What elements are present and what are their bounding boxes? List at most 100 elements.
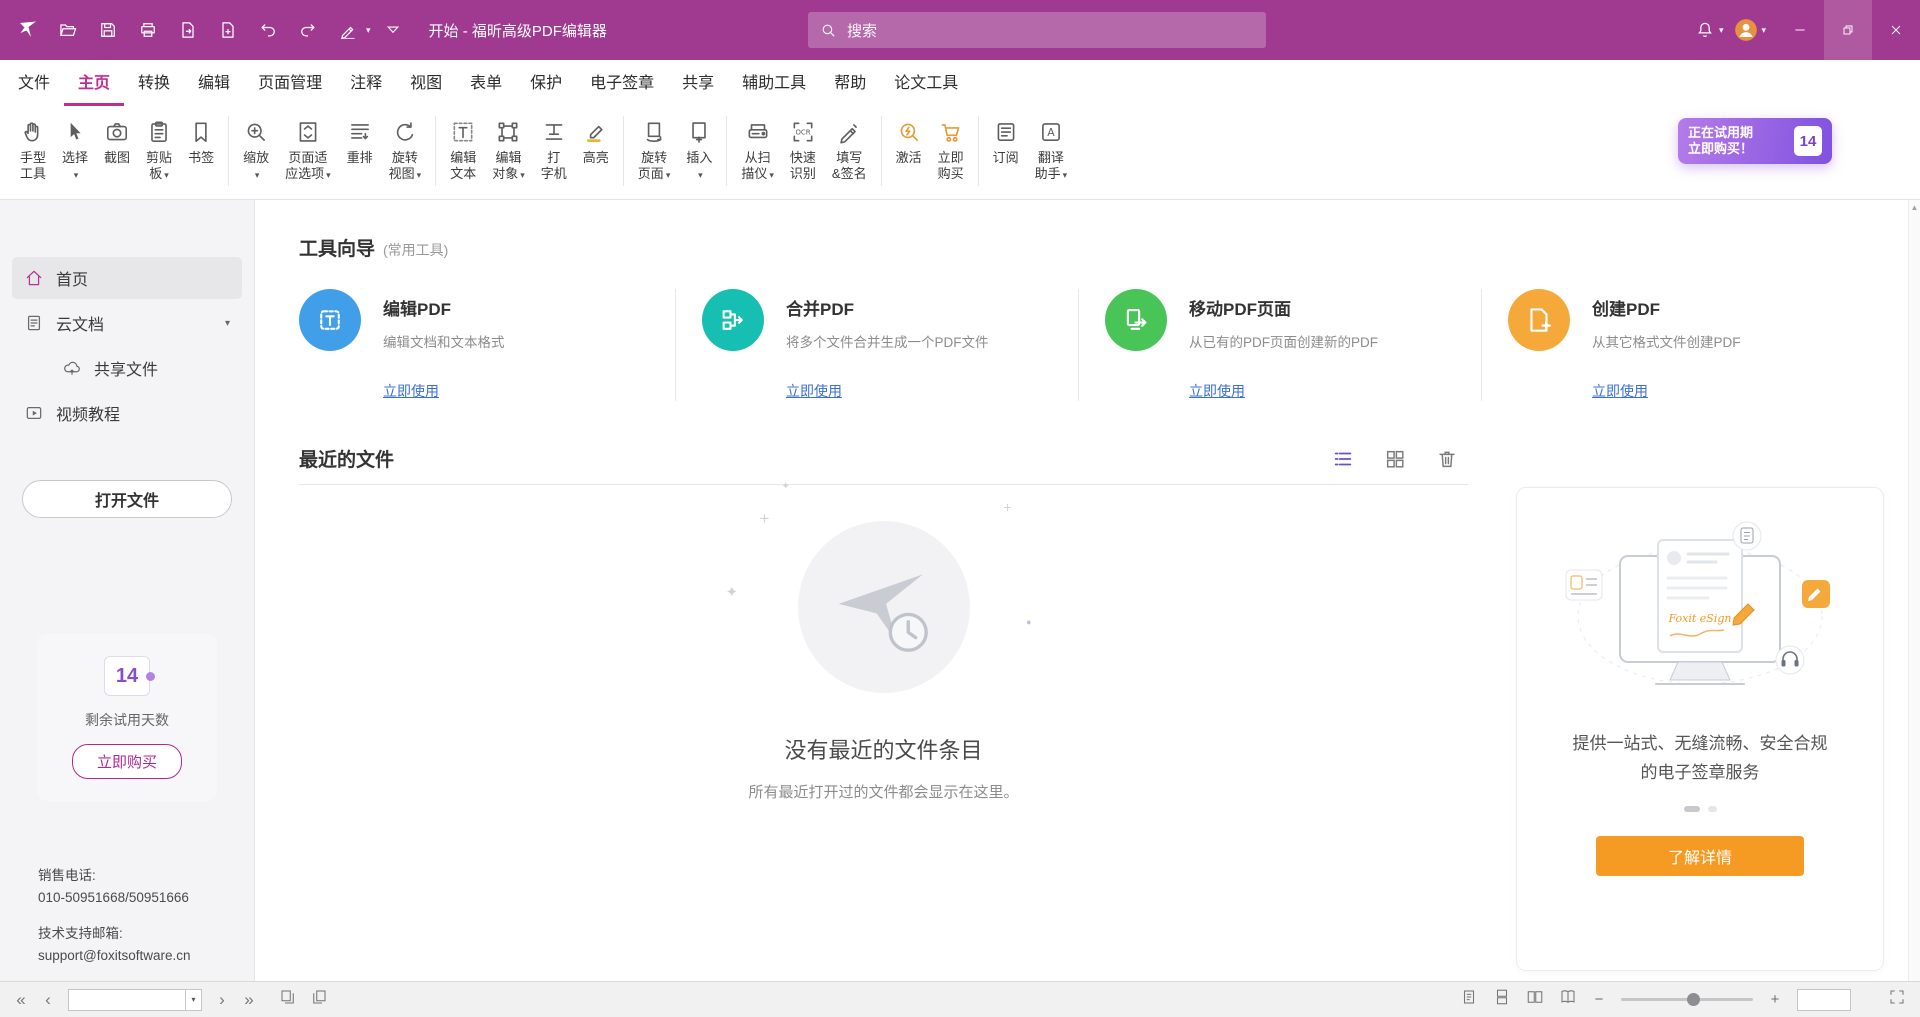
search-input[interactable]: 搜索	[808, 12, 1266, 48]
zoom-button[interactable]: 缩放▾	[235, 114, 277, 186]
use-now-link[interactable]: 立即使用	[1189, 381, 1463, 401]
edit-object-button[interactable]: 编辑对象▾	[484, 114, 533, 186]
fit-page-options-button[interactable]: 页面适应选项▾	[277, 114, 339, 186]
menu-help[interactable]: 帮助	[820, 60, 880, 106]
menu-view[interactable]: 视图	[396, 60, 456, 106]
sign-tool-icon[interactable]	[330, 12, 366, 48]
fill-sign-button[interactable]: 填写&签名	[824, 114, 875, 185]
page-number-input[interactable]	[68, 989, 186, 1011]
rotate-view-button[interactable]: 旋转视图▾	[381, 114, 430, 186]
create-pdf-icon[interactable]	[210, 12, 246, 48]
next-view-icon[interactable]	[310, 988, 328, 1011]
sidebar-item-cloud-docs[interactable]: 云文档 ▾	[12, 302, 242, 344]
chevron-down-icon[interactable]: ▾	[225, 318, 230, 329]
undo-icon[interactable]	[250, 12, 286, 48]
buy-now-button[interactable]: 立即购买	[930, 114, 972, 185]
zoom-slider[interactable]	[1621, 998, 1753, 1001]
save-icon[interactable]	[90, 12, 126, 48]
next-page-button[interactable]: ›	[215, 991, 229, 1008]
previous-view-icon[interactable]	[279, 988, 297, 1011]
single-page-view-icon[interactable]	[1460, 988, 1478, 1011]
snapshot-button[interactable]: 截图	[96, 114, 138, 169]
from-scanner-button[interactable]: 从扫描仪▾	[733, 114, 782, 186]
tools-wizard-subtitle: (常用工具)	[383, 240, 448, 260]
insert-pages-button[interactable]: 插入▾	[678, 114, 720, 186]
learn-more-button[interactable]: 了解详情	[1596, 836, 1804, 876]
menu-esign[interactable]: 电子签章	[576, 60, 668, 106]
hand-tool-button[interactable]: 手型工具	[12, 114, 54, 185]
zoom-value-input[interactable]	[1797, 989, 1851, 1011]
ribbon-collapse-icon[interactable]	[375, 12, 411, 48]
use-now-link[interactable]: 立即使用	[383, 381, 657, 401]
menu-paper-tools[interactable]: 论文工具	[880, 60, 972, 106]
clipboard-button[interactable]: 剪贴板▾	[138, 114, 180, 186]
menu-comment[interactable]: 注释	[336, 60, 396, 106]
menu-page-management[interactable]: 页面管理	[244, 60, 336, 106]
scroll-up-arrow-icon[interactable]: ▲	[1911, 203, 1919, 212]
support-email-address[interactable]: support@foxitsoftware.cn	[38, 945, 191, 967]
first-page-button[interactable]: «	[14, 991, 28, 1008]
page-dropdown-button[interactable]: ▾	[186, 989, 202, 1011]
menu-form[interactable]: 表单	[456, 60, 516, 106]
fullscreen-icon[interactable]	[1888, 988, 1906, 1011]
menu-share[interactable]: 共享	[668, 60, 728, 106]
list-view-icon[interactable]	[1332, 448, 1354, 470]
foxit-pdf-editor-window: ▾ 开始 - 福昕高级PDF编辑器 搜索 ▾ ▾	[0, 0, 1920, 1017]
subscribe-button[interactable]: 订阅	[985, 114, 1027, 169]
account-menu[interactable]: ▾	[1723, 0, 1776, 60]
grid-view-icon[interactable]	[1384, 448, 1406, 470]
menu-edit[interactable]: 编辑	[184, 60, 244, 106]
menubar: 文件 主页 转换 编辑 页面管理 注释 视图 表单 保护 电子签章 共享 辅助工…	[0, 60, 1920, 106]
sign-tool-dropdown-icon[interactable]: ▾	[366, 25, 371, 36]
zoom-slider-thumb[interactable]	[1687, 993, 1700, 1006]
previous-page-button[interactable]: ‹	[41, 991, 55, 1008]
quick-ocr-button[interactable]: OCR 快速识别	[782, 114, 824, 185]
facing-pages-view-icon[interactable]	[1526, 988, 1544, 1011]
trial-period-badge[interactable]: 正在试用期 立即购买！ 14	[1678, 118, 1832, 164]
export-pdf-icon[interactable]	[170, 12, 206, 48]
edit-text-button[interactable]: 编辑文本	[442, 114, 484, 185]
continuous-view-icon[interactable]	[1493, 988, 1511, 1011]
sidebar-item-home[interactable]: 首页	[12, 257, 242, 299]
translate-assistant-button[interactable]: A 翻译助手▾	[1027, 114, 1076, 186]
trash-icon[interactable]	[1436, 448, 1458, 470]
card-title: 合并PDF	[786, 295, 989, 320]
open-file-button[interactable]: 打开文件	[22, 480, 232, 518]
content-area: 首页 云文档 ▾ 共享文件 视频教程 打开文件 14 剩余试用天数 立即购	[0, 200, 1920, 981]
carousel-dot-active[interactable]	[1684, 806, 1700, 812]
menu-convert[interactable]: 转换	[124, 60, 184, 106]
activate-button[interactable]: 激活	[888, 114, 930, 169]
sidebar-item-video-tutorials[interactable]: 视频教程	[12, 392, 242, 434]
select-tool-button[interactable]: 选择▾	[54, 114, 96, 186]
notifications-bell-icon[interactable]	[1687, 12, 1723, 48]
menu-home[interactable]: 主页	[64, 60, 124, 106]
zoom-out-button[interactable]: −	[1592, 991, 1606, 1008]
zoom-in-button[interactable]: +	[1768, 991, 1782, 1008]
menu-protect[interactable]: 保护	[516, 60, 576, 106]
use-now-link[interactable]: 立即使用	[1592, 381, 1866, 401]
dropdown-arrow-icon: ▾	[1063, 170, 1068, 180]
minimize-button[interactable]	[1776, 0, 1824, 60]
typewriter-button[interactable]: 打字机	[533, 114, 575, 185]
vertical-scrollbar[interactable]: ▲	[1908, 200, 1920, 981]
menu-accessibility[interactable]: 辅助工具	[728, 60, 820, 106]
open-file-icon[interactable]	[50, 12, 86, 48]
buy-now-pill-button[interactable]: 立即购买	[72, 744, 182, 779]
redo-icon[interactable]	[290, 12, 326, 48]
highlight-button[interactable]: 高亮	[575, 114, 617, 169]
last-page-button[interactable]: »	[242, 991, 256, 1008]
print-icon[interactable]	[130, 12, 166, 48]
carousel-dot[interactable]	[1708, 806, 1717, 812]
restore-button[interactable]	[1824, 0, 1872, 60]
recent-files-empty-state: ✦ + + ● ✦ 没有最近的文件条目 所有最近打开过的文件都会显示在这里。	[299, 485, 1468, 981]
dropdown-arrow-icon: ▾	[520, 170, 525, 180]
menu-file[interactable]: 文件	[4, 60, 64, 106]
sidebar-item-shared-files[interactable]: 共享文件	[12, 347, 242, 389]
bookmark-button[interactable]: 书签	[180, 114, 222, 169]
avatar	[1733, 17, 1759, 43]
rotate-pages-button[interactable]: 旋转页面▾	[630, 114, 679, 186]
book-view-icon[interactable]	[1559, 988, 1577, 1011]
reflow-button[interactable]: 重排	[339, 114, 381, 169]
close-button[interactable]	[1872, 0, 1920, 60]
use-now-link[interactable]: 立即使用	[786, 381, 1060, 401]
